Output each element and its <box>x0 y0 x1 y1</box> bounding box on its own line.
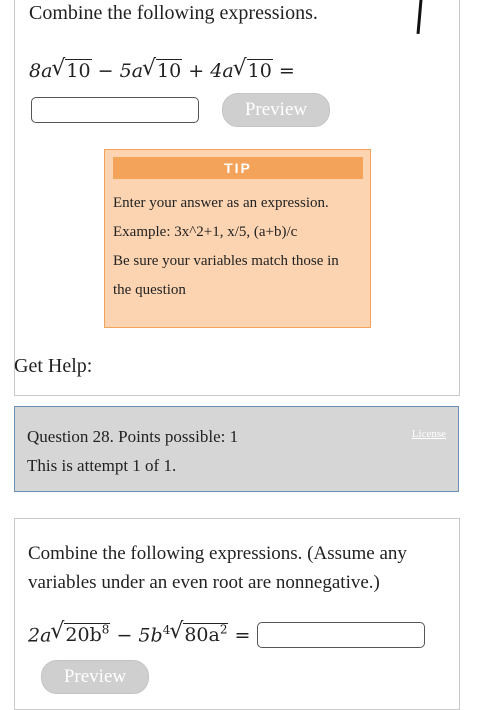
pen-stroke-mark <box>416 0 423 34</box>
question-points: Question 28. Points possible: 1 <box>27 427 239 446</box>
question-prompt: Combine the following expressions. <box>29 2 318 24</box>
radicand: 80a2 <box>183 623 229 647</box>
tip-text: the question <box>113 282 186 298</box>
term-coefficient: 5b <box>138 624 163 647</box>
license-link[interactable]: License <box>412 428 446 440</box>
radical: 80a2 <box>169 619 229 647</box>
question-info-panel: Question 28. Points possible: 1 This is … <box>14 406 459 492</box>
attempt-info: This is attempt 1 of 1. <box>27 456 177 475</box>
term-coefficient: 4a <box>210 60 234 82</box>
tip-text: Enter your answer as an expression. <box>113 195 329 211</box>
radicand: 10 <box>156 59 183 82</box>
tip-box: TIP Enter your answer as an expression. … <box>104 149 371 328</box>
preview-button[interactable]: Preview <box>222 93 330 127</box>
radical: 20b8 <box>50 619 111 647</box>
operator: − <box>116 624 133 647</box>
term-coefficient: 2a <box>28 624 52 647</box>
question-card: Combine the following expressions. 8a 10 … <box>14 0 460 396</box>
operator: − <box>97 60 114 82</box>
get-help-label: Get Help: <box>14 355 93 377</box>
radical: 10 <box>233 56 273 82</box>
tip-text: Example: 3x^2+1, x/5, (a+b)/c <box>113 224 298 240</box>
term-coefficient: 8a <box>29 60 53 82</box>
question-prompt: Combine the following expressions. (Assu… <box>28 543 407 593</box>
equals-sign: = <box>234 624 251 647</box>
radicand: 20b8 <box>64 623 111 647</box>
preview-button[interactable]: Preview <box>41 660 149 694</box>
answer-input[interactable] <box>257 622 425 648</box>
answer-input[interactable] <box>31 97 199 123</box>
radicand: 10 <box>65 59 92 82</box>
tip-text: Be sure your variables match those in <box>113 253 339 269</box>
question-card: Combine the following expressions. (Assu… <box>14 518 460 710</box>
radical: 10 <box>51 56 92 82</box>
math-expression: 2a20b8 − 5b480a2 = <box>28 619 251 647</box>
tip-heading: TIP <box>113 157 363 179</box>
radical: 10 <box>142 56 183 82</box>
equals-sign: = <box>278 60 295 82</box>
math-expression: 8a 10 − 5a 10 + 4a 10 = <box>29 56 295 82</box>
term-coefficient: 5a <box>119 60 144 82</box>
radicand: 10 <box>246 59 273 82</box>
operator: + <box>188 60 205 82</box>
